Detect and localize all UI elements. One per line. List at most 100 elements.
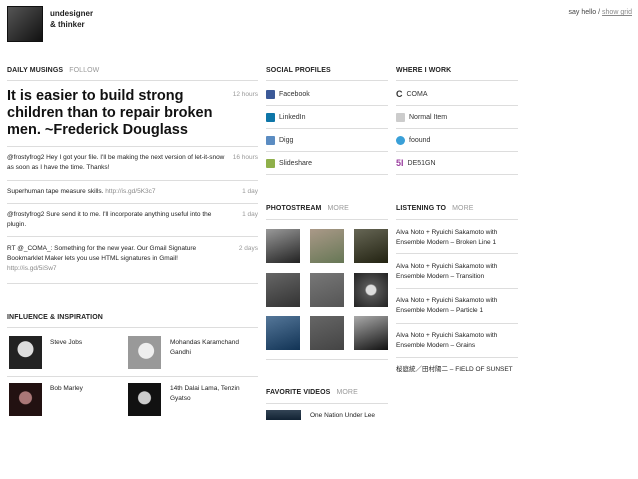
person-photo-bob-marley[interactable] [9,383,42,416]
tweet-4-link[interactable]: http://is.gd/5iSw7 [7,265,57,272]
social-label-linkedin: LinkedIn [279,113,306,121]
divider [396,288,518,289]
site-title-line1: undesigner [50,9,94,18]
social-label-facebook: Facebook [279,90,310,98]
divider [7,80,258,81]
tweet-2-time: 1 day [242,188,258,195]
video-title[interactable]: One Nation Under Lee [310,411,375,421]
tweet-4-text: RT @_COMA_: Something for the new year. … [7,245,197,262]
divider [7,327,258,328]
photo-thumbnail[interactable] [354,273,388,307]
foound-icon [396,135,405,145]
photo-thumbnail[interactable] [354,316,388,350]
tweet-2-text: Superhuman tape measure skills. [7,188,104,195]
divider [396,253,518,254]
divider [7,146,258,147]
photo-thumbnail[interactable] [266,316,300,350]
photo-thumbnail[interactable] [354,229,388,263]
facebook-icon [266,89,275,99]
listening-more-link[interactable]: MORE [452,205,473,212]
track-item[interactable]: Alva Noto + Ryuichi Sakamoto with Ensemb… [396,331,518,351]
normal-item-icon [396,112,405,122]
track-item[interactable]: Alva Noto + Ryuichi Sakamoto with Ensemb… [396,228,518,248]
work-label-foound: foound [409,136,431,144]
photo-thumbnail[interactable] [266,229,300,263]
tweet-4-time: 2 days [238,245,258,252]
work-list: C COMA Normal Item foound 5I DE51GN [396,83,518,175]
work-label-de51gn: DE51GN [407,159,436,167]
tweet-3: @frostyfrog2 Sure send it to me. I'll in… [7,210,229,230]
photo-thumbnail[interactable] [266,273,300,307]
say-hello-link[interactable]: say hello [569,9,597,16]
social-item-facebook[interactable]: Facebook [266,83,388,106]
digg-icon [266,135,275,145]
social-label-digg: Digg [279,136,294,144]
work-label-normal-item: Normal Item [409,113,448,121]
site-title-line2: & thinker [50,20,85,29]
influence-heading: INFLUENCE & INSPIRATION [7,314,103,321]
person-photo-steve-jobs[interactable] [9,336,42,369]
work-item-normal-item[interactable]: Normal Item [396,106,518,129]
listening-to-title: LISTENING TO [396,205,447,212]
track-item[interactable]: Alva Noto + Ryuichi Sakamoto with Ensemb… [396,262,518,282]
daily-musings-heading: DAILY MUSINGS FOLLOW [7,67,99,74]
social-item-digg[interactable]: Digg [266,129,388,152]
social-profiles-heading: SOCIAL PROFILES [266,67,331,74]
tweet-1: @frostyfrog2 Hey I got your file. I'll b… [7,153,229,173]
work-item-de51gn[interactable]: 5I DE51GN [396,152,518,175]
tweet-1-text: @frostyfrog2 Hey I got your file. I'll b… [7,154,225,171]
divider [396,323,518,324]
work-item-foound[interactable]: foound [396,129,518,152]
video-thumbnail[interactable] [266,410,301,420]
work-item-coma[interactable]: C COMA [396,83,518,106]
divider [7,376,258,377]
tweet-2: Superhuman tape measure skills. http://i… [7,187,229,197]
photo-thumbnail[interactable] [310,316,344,350]
photo-thumbnail[interactable] [310,273,344,307]
divider [266,403,388,404]
tweet-1-time: 16 hours [232,154,258,161]
coma-icon: C [396,89,403,99]
divider [7,180,258,181]
divider [396,80,518,81]
tweet-3-time: 1 day [242,211,258,218]
where-i-work-heading: WHERE I WORK [396,67,452,74]
person-name-dalai-lama[interactable]: 14th Dalai Lama, Tenzin Gyatso [170,384,252,404]
person-photo-gandhi[interactable] [128,336,161,369]
social-list: Facebook LinkedIn Digg Slideshare [266,83,388,175]
de51gn-icon: 5I [396,158,404,168]
photo-thumbnail[interactable] [310,229,344,263]
header-links: say hello / show grid [569,9,632,16]
divider [266,359,388,360]
linkedin-icon [266,112,275,122]
divider [7,236,258,237]
favorite-videos-more-link[interactable]: MORE [336,389,357,396]
follow-link[interactable]: FOLLOW [69,67,99,74]
site-title[interactable]: undesigner & thinker [50,8,93,30]
divider [266,80,388,81]
track-item[interactable]: Alva Noto + Ryuichi Sakamoto with Ensemb… [396,296,518,316]
person-photo-dalai-lama[interactable] [128,383,161,416]
daily-musings-title: DAILY MUSINGS [7,67,64,74]
person-name-bob-marley[interactable]: Bob Marley [50,384,120,394]
divider [7,203,258,204]
show-grid-link[interactable]: show grid [602,9,632,16]
divider [396,219,518,220]
featured-quote: It is easier to build strong children th… [7,88,213,138]
photostream-more-link[interactable]: MORE [327,205,348,212]
avatar [7,6,43,42]
tweet-2-link[interactable]: http://is.gd/5K3c7 [105,188,155,195]
person-name-gandhi[interactable]: Mohandas Karamchand Gandhi [170,338,252,358]
photostream-heading: PHOTOSTREAM MORE [266,205,349,212]
work-label-coma: COMA [406,90,428,98]
divider [396,357,518,358]
social-item-linkedin[interactable]: LinkedIn [266,106,388,129]
slideshare-icon [266,158,275,168]
track-item[interactable]: 桜庭統／田村陽二 – FIELD OF SUNSET [396,365,518,375]
social-item-slideshare[interactable]: Slideshare [266,152,388,175]
tweet-3-text: @frostyfrog2 Sure send it to me. I'll in… [7,211,212,228]
social-label-slideshare: Slideshare [279,159,313,167]
photostream-title: PHOTOSTREAM [266,205,322,212]
person-name-steve-jobs[interactable]: Steve Jobs [50,338,120,348]
listening-to-heading: LISTENING TO MORE [396,205,474,212]
